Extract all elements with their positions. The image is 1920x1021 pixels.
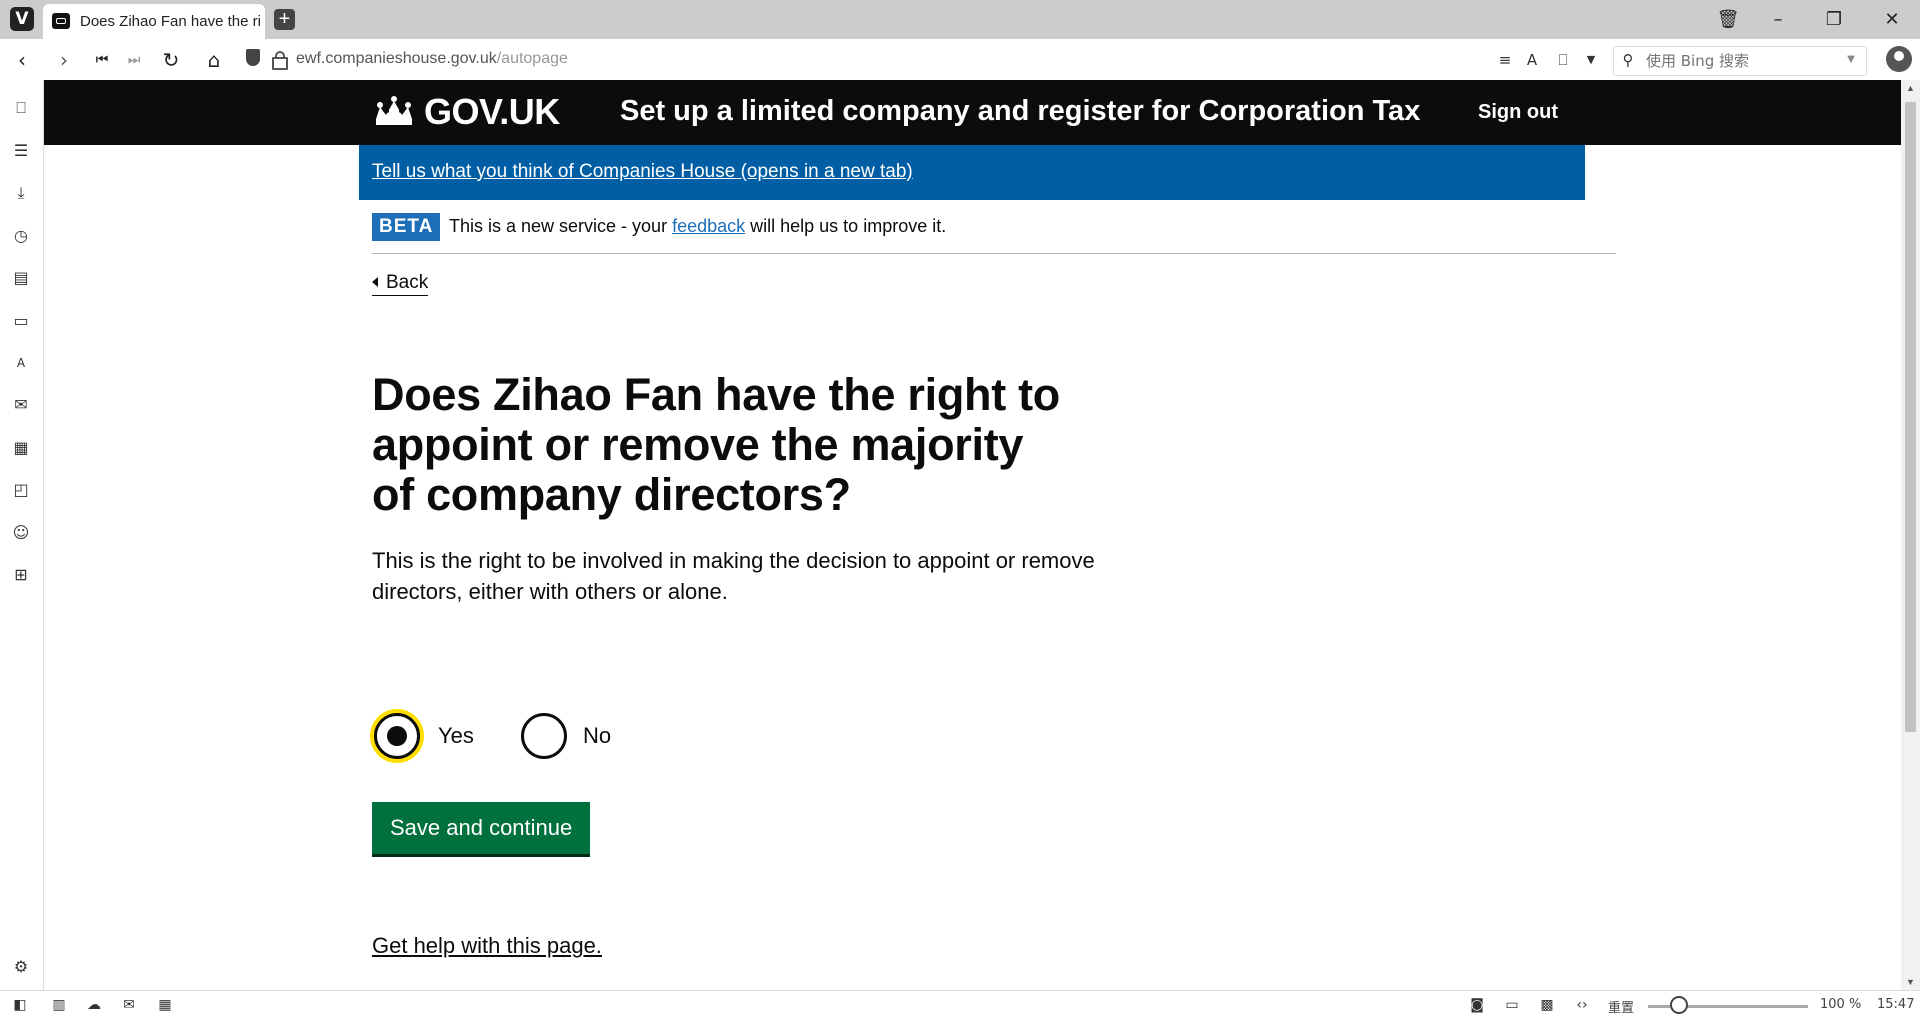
translate-panel-icon[interactable]: A — [10, 352, 32, 374]
status-bar: ◧ ▥ ☁ ✉ ▦ ◙ ▭ ▩ ‹› 重置 100 % 15:47 — [0, 990, 1920, 1021]
close-icon[interactable]: ✕ — [1880, 8, 1904, 32]
bookmark-icon[interactable]: ⎕ — [1552, 49, 1574, 71]
crown-icon — [376, 96, 412, 125]
radio-yes-circle[interactable] — [374, 713, 420, 759]
vivaldi-menu-icon[interactable]: V — [10, 7, 34, 31]
zoom-level: 100 % — [1820, 997, 1862, 1012]
reader-view-icon[interactable]: ≡ — [1494, 49, 1516, 71]
new-tab-icon[interactable]: + — [274, 9, 295, 30]
translate-icon[interactable]: A — [1521, 49, 1543, 71]
zoom-slider-knob[interactable] — [1670, 996, 1688, 1014]
calendar-icon[interactable]: ▦ — [10, 437, 32, 459]
question-hint: This is the right to be involved in maki… — [372, 548, 1095, 604]
save-and-continue-button[interactable]: Save and continue — [372, 802, 591, 854]
window-panel-icon[interactable]: ▭ — [10, 310, 32, 332]
image-icon[interactable]: ▩ — [1537, 997, 1557, 1013]
chevron-down-icon[interactable]: ▼ — [1580, 49, 1602, 71]
downloads-icon[interactable]: ⤓ — [10, 182, 32, 204]
phase-banner: BETA This is a new service - your feedba… — [372, 213, 1616, 254]
search-box[interactable]: ⚲ ▼ — [1613, 46, 1867, 76]
sign-out-link[interactable]: Sign out — [1478, 101, 1558, 124]
home-icon[interactable]: ⌂ — [200, 46, 228, 74]
lock-icon[interactable] — [272, 51, 288, 70]
radio-no-label[interactable]: No — [583, 723, 611, 749]
tab-title: Does Zihao Fan have the right to appoint… — [80, 13, 260, 30]
feedback-survey-link[interactable]: Tell us what you think of Companies Hous… — [372, 161, 913, 183]
service-name[interactable]: Set up a limited company and register fo… — [620, 95, 1420, 128]
search-icon: ⚲ — [1622, 51, 1634, 69]
web-page: GOV.UK Set up a limited company and regi… — [44, 80, 1901, 990]
get-help-link[interactable]: Get help with this page. — [372, 933, 602, 959]
camera-icon[interactable]: ◙ — [1467, 997, 1487, 1013]
back-link[interactable]: Back — [372, 272, 429, 296]
tab-bar: V Does Zihao Fan have the right to appoi… — [0, 0, 1920, 39]
restore-icon[interactable]: ❐ — [1822, 8, 1846, 32]
page-scrollbar[interactable]: ▲ ▼ — [1901, 80, 1920, 990]
tab-tiling-icon[interactable]: ▥ — [49, 997, 69, 1013]
page-title: Does Zihao Fan have the right to appoint… — [372, 369, 1060, 520]
sync-cloud-icon[interactable]: ☁ — [84, 997, 104, 1013]
history-icon[interactable]: ◷ — [10, 225, 32, 247]
feedback-link[interactable]: feedback — [672, 216, 745, 236]
rewind-icon[interactable]: ⏮ — [88, 46, 116, 74]
reading-list-icon[interactable]: ☰ — [10, 140, 32, 162]
scroll-down-arrow-icon[interactable]: ▼ — [1901, 974, 1920, 990]
fast-forward-icon[interactable]: ⏭ — [120, 46, 148, 74]
radio-no-circle[interactable] — [521, 713, 567, 759]
phase-banner-text: This is a new service - your feedback wi… — [449, 216, 947, 236]
minimize-icon[interactable]: – — [1766, 8, 1790, 32]
beta-tag: BETA — [372, 213, 441, 241]
active-tab[interactable]: Does Zihao Fan have the right to appoint… — [43, 4, 265, 39]
url-field[interactable]: ewf.companieshouse.gov.uk/autopage — [296, 50, 568, 68]
profile-avatar[interactable] — [1886, 46, 1912, 72]
clock: 15:47 — [1877, 997, 1915, 1012]
browser-sidebar: ⎕ ☰ ⤓ ◷ ▤ ▭ A ✉ ▦ ◰ ☺ ⊞ ⚙ — [0, 80, 44, 990]
scroll-thumb[interactable] — [1905, 102, 1916, 732]
govuk-logo-link[interactable]: GOV.UK — [424, 91, 560, 133]
calendar-status-icon[interactable]: ▦ — [155, 997, 175, 1013]
contacts-icon[interactable]: ☺ — [10, 522, 32, 544]
mail-status-icon[interactable]: ✉ — [119, 997, 139, 1013]
notes-icon[interactable]: ▤ — [10, 267, 32, 289]
trash-icon[interactable]: 🗑 — [1716, 8, 1740, 32]
settings-gear-icon[interactable]: ⚙ — [10, 956, 32, 978]
code-icon[interactable]: ‹› — [1572, 997, 1592, 1013]
back-triangle-icon — [372, 277, 378, 287]
govuk-header: GOV.UK Set up a limited company and regi… — [44, 80, 1901, 145]
feeds-icon[interactable]: ◰ — [10, 479, 32, 501]
zoom-reset[interactable]: 重置 — [1608, 997, 1634, 1016]
radio-yes-label[interactable]: Yes — [438, 723, 474, 749]
mail-icon[interactable]: ✉ — [10, 394, 32, 416]
shield-icon[interactable] — [246, 49, 260, 66]
window-icon[interactable]: ▭ — [1502, 997, 1522, 1013]
search-engine-dropdown-icon[interactable]: ▼ — [1840, 49, 1862, 71]
search-input[interactable] — [1644, 51, 1838, 71]
bookmarks-panel-icon[interactable]: ⎕ — [10, 97, 32, 119]
tab-favicon-icon — [52, 13, 70, 29]
forward-nav-icon[interactable]: › — [50, 46, 78, 74]
reload-icon[interactable]: ↻ — [157, 46, 185, 74]
panel-toggle-icon[interactable]: ◧ — [10, 997, 30, 1013]
radio-selected-dot — [387, 726, 407, 746]
back-nav-icon[interactable]: ‹ — [8, 46, 36, 74]
address-bar: ‹ › ⏮ ⏭ ↻ ⌂ ewf.companieshouse.gov.uk/au… — [0, 39, 1920, 81]
add-web-panel-icon[interactable]: ⊞ — [10, 564, 32, 586]
feedback-banner: Tell us what you think of Companies Hous… — [359, 145, 1585, 200]
scroll-up-arrow-icon[interactable]: ▲ — [1901, 80, 1920, 96]
